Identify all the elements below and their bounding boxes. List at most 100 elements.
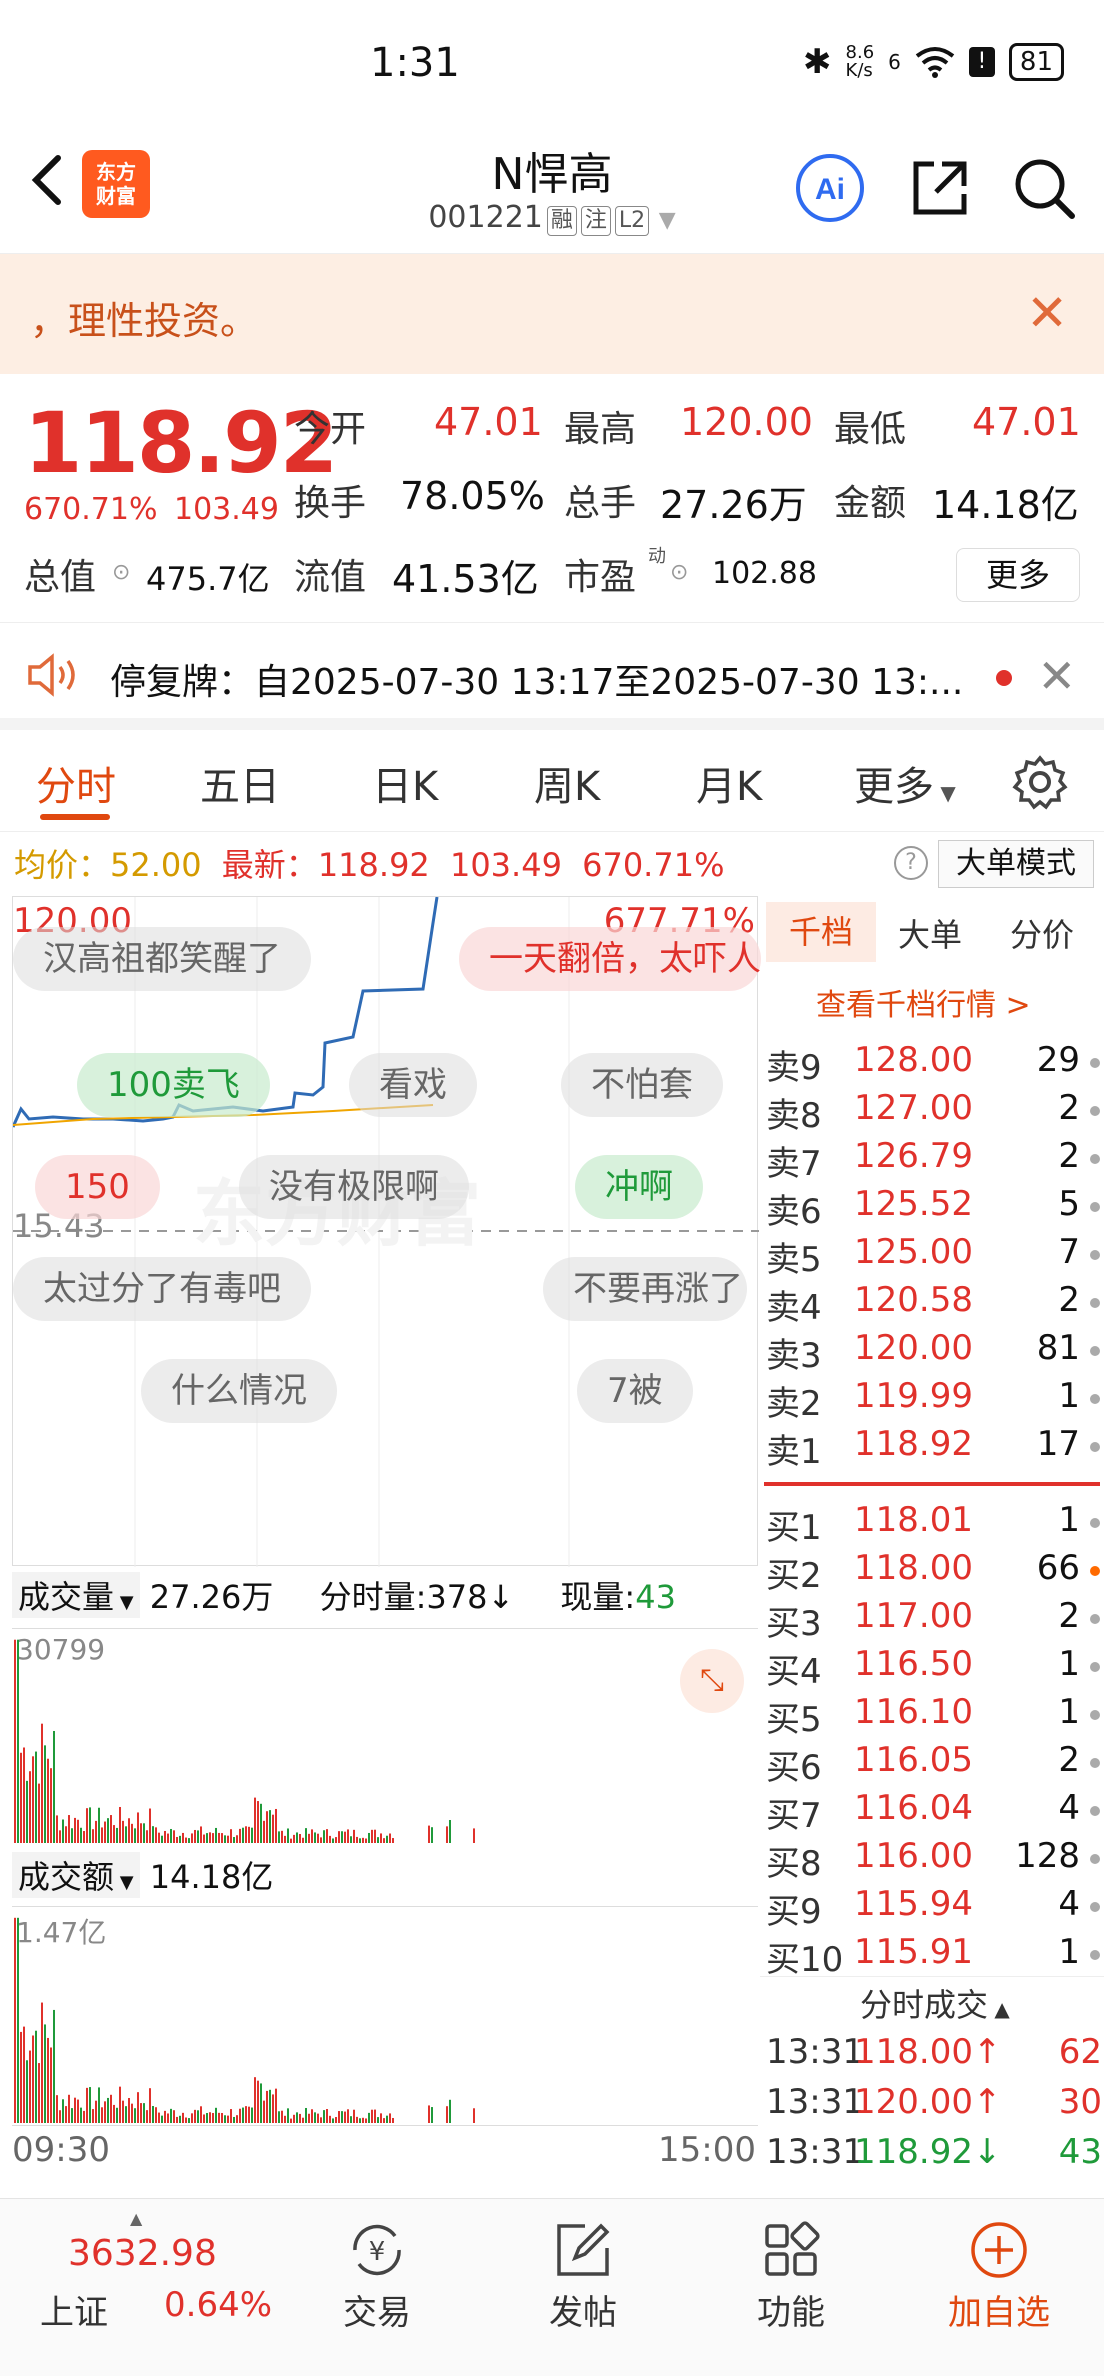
trade-price: 120.00↑ (854, 2082, 1002, 2122)
bid-row[interactable]: 买4 116.50 1 (766, 1644, 1102, 1692)
histogram-bar (176, 2116, 178, 2123)
danmaku-comment[interactable]: 太过分了有毒吧 (13, 1257, 311, 1321)
histogram-bar (344, 1831, 346, 1843)
danmaku-comment[interactable]: 不要再涨了 (543, 1257, 747, 1321)
ask-row[interactable]: 卖5 125.00 7 (766, 1232, 1102, 1280)
risk-banner[interactable]: ，理性投资。 ✕ (0, 254, 1104, 374)
danmaku-comment[interactable]: 不怕套 (561, 1053, 723, 1117)
dropdown-caret-icon[interactable]: ▼ (659, 208, 676, 233)
histogram-bar (317, 2113, 319, 2123)
danmaku-comment[interactable]: 汉高祖都笑醒了 (13, 927, 311, 991)
bid-row[interactable]: 买3 117.00 2 (766, 1596, 1102, 1644)
edit-icon (557, 2223, 610, 2276)
danmaku-comment[interactable]: 看戏 (349, 1053, 477, 1117)
bid-row[interactable]: 买2 118.00 66 (766, 1548, 1102, 1596)
trade-row[interactable]: 13:31 118.92↓ 43 (766, 2132, 1102, 2180)
level-volume: 4 (1058, 1788, 1080, 1828)
histogram-bar (431, 1827, 433, 1843)
nav-post[interactable]: 发帖 (508, 2215, 658, 2334)
histogram-bar (35, 2030, 37, 2123)
histogram-bar (215, 2107, 217, 2123)
close-icon[interactable]: ✕ (1037, 649, 1076, 703)
histogram-bar (227, 1835, 229, 1843)
amount-selector[interactable]: 成交额 ▼ (12, 1852, 140, 1898)
bid-row[interactable]: 买6 116.05 2 (766, 1740, 1102, 1788)
ai-assistant-icon[interactable]: Ai (794, 152, 866, 224)
nav-trade[interactable]: ¥ 交易 (302, 2215, 452, 2334)
volume-selector[interactable]: 成交量 ▼ (12, 1572, 140, 1618)
histogram-bar (224, 1835, 226, 1843)
histogram-bar (179, 2115, 181, 2123)
bid-row[interactable]: 买8 116.00 128 (766, 1836, 1102, 1884)
info-icon[interactable]: ⊙ (670, 560, 688, 585)
histogram-bar (278, 2111, 280, 2123)
histogram-bar (389, 1833, 391, 1843)
ask-row[interactable]: 卖1 118.92 17 (766, 1424, 1102, 1472)
histogram-bar (299, 1834, 301, 1843)
search-icon[interactable] (1008, 152, 1080, 224)
histogram-bar (71, 1828, 73, 1843)
tab-monthly-k[interactable]: 月K (696, 754, 762, 812)
axis-end-time: 15:00 (658, 2130, 756, 2170)
bid-row[interactable]: 买9 115.94 4 (766, 1884, 1102, 1932)
danmaku-comment[interactable]: 100卖飞 (77, 1053, 270, 1117)
level-price: 118.01 (854, 1500, 973, 1540)
danmaku-comment[interactable]: 冲啊 (575, 1155, 703, 1219)
intraday-chart[interactable]: 东方财富 120.00 677.71% 15.43 汉高祖都笑醒了 一天翻倍，太… (12, 896, 761, 1567)
close-icon[interactable]: ✕ (1026, 284, 1068, 342)
ask-row[interactable]: 卖4 120.58 2 (766, 1280, 1102, 1328)
histogram-bar (125, 1826, 127, 1843)
volume-chart[interactable]: 30799 ⤡ (12, 1628, 758, 1846)
tab-price-volume[interactable]: 分价 (1010, 910, 1074, 956)
gear-icon[interactable] (1012, 754, 1068, 810)
danmaku-comment[interactable]: 一天翻倍，太吓人 (459, 927, 761, 991)
tab-weekly-k[interactable]: 周K (534, 754, 600, 812)
index-value[interactable]: 3632.98 (68, 2233, 217, 2274)
ask-row[interactable]: 卖7 126.79 2 (766, 1136, 1102, 1184)
histogram-bar (17, 1639, 19, 1843)
tab-five-day[interactable]: 五日 (200, 754, 280, 812)
histogram-bar (356, 1836, 358, 1843)
tab-more[interactable]: 更多 ▼ (854, 754, 956, 812)
index-name[interactable]: 上证 (40, 2285, 108, 2334)
view-depth-link[interactable]: 查看千档行情 > (816, 980, 1031, 1024)
bid-row[interactable]: 买7 116.04 4 (766, 1788, 1102, 1836)
tab-big-orders[interactable]: 大单 (898, 910, 962, 956)
ask-row[interactable]: 卖2 119.99 1 (766, 1376, 1102, 1424)
share-icon[interactable] (904, 152, 976, 224)
tab-depth[interactable]: 千档 (766, 902, 876, 962)
speaker-icon (28, 653, 75, 697)
big-order-mode-button[interactable]: 大单模式 (938, 840, 1094, 888)
pe-value: 102.88 (712, 556, 817, 591)
bid-row[interactable]: 买5 116.10 1 (766, 1692, 1102, 1740)
more-button[interactable]: 更多 (956, 548, 1080, 602)
ask-row[interactable]: 卖8 127.00 2 (766, 1088, 1102, 1136)
suspension-notice[interactable]: 停复牌：自2025-07-30 13:17至2025-07-30 13:... … (0, 622, 1104, 730)
tab-daily-k[interactable]: 日K (372, 754, 438, 812)
trades-title[interactable]: 分时成交 ▲ (860, 1980, 1010, 2026)
help-icon[interactable]: ? (894, 846, 928, 880)
bid-row[interactable]: 买1 118.01 1 (766, 1500, 1102, 1548)
level-label: 卖1 (766, 1432, 822, 1472)
danmaku-comment[interactable]: 没有极限啊 (239, 1155, 469, 1219)
danmaku-comment[interactable]: 150 (35, 1155, 160, 1219)
ask-row[interactable]: 卖9 128.00 29 (766, 1040, 1102, 1088)
tab-intraday[interactable]: 分时 (36, 754, 116, 812)
wifi-icon (915, 47, 955, 78)
ask-row[interactable]: 卖6 125.52 5 (766, 1184, 1102, 1232)
nav-functions[interactable]: 功能 (716, 2215, 866, 2334)
bid-row[interactable]: 买10 115.91 1 (766, 1932, 1102, 1980)
info-icon[interactable]: ⊙ (112, 560, 130, 585)
histogram-bar (257, 1801, 259, 1843)
ask-row[interactable]: 卖3 120.00 81 (766, 1328, 1102, 1376)
histogram-bar (59, 2110, 61, 2123)
amount-chart[interactable]: 1.47亿 (12, 1906, 758, 2126)
danmaku-comment[interactable]: 什么情况 (141, 1359, 337, 1423)
trade-row[interactable]: 13:31 118.00↑ 62 (766, 2032, 1102, 2080)
nav-add-watchlist[interactable]: 加自选 (924, 2215, 1074, 2334)
index-percent[interactable]: 0.64% (164, 2285, 272, 2325)
histogram-bar (200, 1826, 202, 1843)
trade-row[interactable]: 13:31 120.00↑ 30 (766, 2082, 1102, 2130)
expand-icon[interactable]: ⤡ (680, 1649, 744, 1713)
danmaku-comment[interactable]: 7被 (577, 1359, 693, 1423)
